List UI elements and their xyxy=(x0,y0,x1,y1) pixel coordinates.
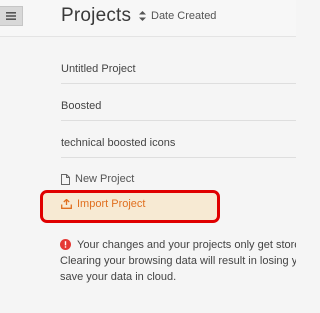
import-project-label: Import Project xyxy=(77,198,146,210)
project-item[interactable]: technical boosted icons xyxy=(61,136,296,158)
warning-text-2: Clearing your browsing data will result … xyxy=(60,255,296,267)
sort-label: Date Created xyxy=(151,10,217,22)
hamburger-menu-icon xyxy=(6,12,16,20)
new-project-button[interactable]: New Project xyxy=(61,173,134,185)
page-title: Projects xyxy=(61,5,132,26)
file-icon xyxy=(61,173,70,185)
sort-dropdown[interactable]: Date Created xyxy=(139,10,216,22)
warning-line: Your changes and your projects only get … xyxy=(60,237,296,253)
header-bar: Projects Date Created xyxy=(0,0,296,37)
import-project-button[interactable]: Import Project xyxy=(61,198,145,210)
new-project-label: New Project xyxy=(75,173,135,185)
project-name: Untitled Project xyxy=(61,63,136,75)
project-name: Boosted xyxy=(61,100,102,112)
sort-arrows-icon xyxy=(139,11,146,21)
project-item[interactable]: Boosted xyxy=(61,99,296,121)
storage-warning: Your changes and your projects only get … xyxy=(60,237,296,285)
project-item[interactable]: Untitled Project xyxy=(61,62,296,84)
warning-text-1: Your changes and your projects only get … xyxy=(77,239,296,251)
exclamation-circle-icon xyxy=(60,239,71,250)
menu-button[interactable] xyxy=(0,6,23,26)
upload-icon xyxy=(61,199,72,209)
project-name: technical boosted icons xyxy=(61,137,176,149)
warning-text-3: save your data in cloud. xyxy=(60,271,177,283)
